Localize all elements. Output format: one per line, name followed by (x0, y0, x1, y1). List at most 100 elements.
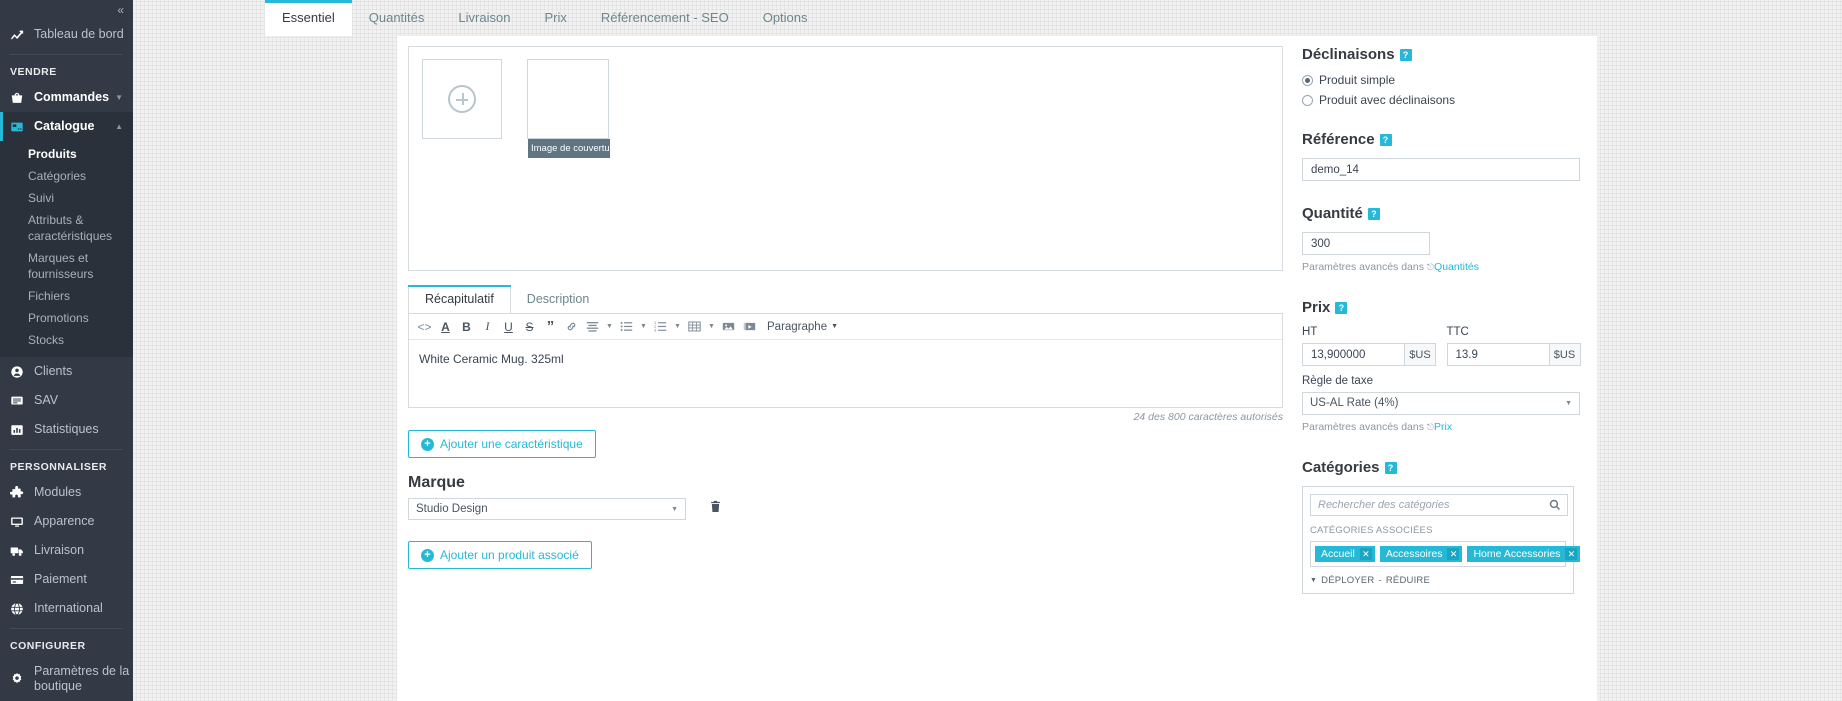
sidebar-item-statistiques[interactable]: Statistiques (0, 415, 133, 444)
sidebar-item-clients[interactable]: Clients (0, 357, 133, 386)
italic-icon[interactable]: I (478, 317, 497, 337)
blockquote-icon[interactable]: ” (541, 317, 560, 337)
external-link-icon[interactable]: ⎋ (1427, 262, 1434, 272)
add-feature-button[interactable]: + Ajouter une caractéristique (408, 430, 596, 458)
sidebar-item-paiement[interactable]: Paiement (0, 565, 133, 594)
image-icon[interactable] (719, 317, 738, 337)
brand-select[interactable]: Studio Design ▼ (408, 498, 686, 520)
price-ttc-input[interactable] (1446, 343, 1550, 366)
declinaisons-title: Déclinaisons (1302, 46, 1395, 63)
prix-link[interactable]: Prix (1434, 421, 1452, 433)
sidebar-section-vendre: VENDRE (10, 66, 57, 78)
category-tag[interactable]: Accessoires ✕ (1379, 546, 1463, 562)
sidebar-item-sav[interactable]: SAV (0, 386, 133, 415)
help-icon[interactable]: ? (1399, 48, 1412, 61)
sidebar-item-commandes[interactable]: Commandes ▼ (0, 83, 133, 112)
sidebar-item-parametres-boutique[interactable]: Paramètres de la boutique (0, 657, 133, 701)
price-fields: HT $US TTC $US (1302, 326, 1587, 366)
tab-quantites[interactable]: Quantités (352, 0, 442, 36)
sidebar-item-suivi[interactable]: Suivi (0, 187, 133, 209)
quantity-header: Quantité ? (1302, 205, 1587, 222)
sidebar-item-fichiers[interactable]: Fichiers (0, 285, 133, 307)
help-icon[interactable]: ? (1379, 133, 1392, 146)
description-tabbar: Récapitulatif Description (408, 285, 605, 313)
bullet-list-icon[interactable] (617, 317, 636, 337)
sidebar-item-label: Clients (34, 364, 73, 378)
category-search-input[interactable] (1318, 499, 1548, 511)
sidebar-item-apparence[interactable]: Apparence (0, 507, 133, 536)
font-color-icon[interactable]: A (436, 317, 455, 337)
radio-produit-simple[interactable]: Produit simple (1302, 73, 1587, 87)
categories-title: Catégories (1302, 459, 1380, 476)
numbered-list-chevron-down-icon[interactable]: ▼ (672, 323, 683, 330)
product-image-thumbnail[interactable]: Image de couverture (527, 59, 618, 158)
search-icon[interactable] (1549, 499, 1561, 514)
sidebar-item-marques[interactable]: Marques et fournisseurs (0, 247, 133, 285)
close-icon[interactable]: ✕ (1359, 548, 1372, 560)
category-tag[interactable]: Home Accessories ✕ (1467, 546, 1581, 562)
quantites-link[interactable]: Quantités (1434, 261, 1479, 273)
sidebar-item-dashboard[interactable]: Tableau de bord (0, 20, 133, 49)
sidebar-item-stocks[interactable]: Stocks (0, 329, 133, 351)
strikethrough-icon[interactable]: S (520, 317, 539, 337)
bold-icon[interactable]: B (457, 317, 476, 337)
declinaisons-header: Déclinaisons ? (1302, 46, 1587, 63)
link-icon[interactable] (562, 317, 581, 337)
help-icon[interactable]: ? (1367, 207, 1380, 220)
editor-content[interactable]: White Ceramic Mug. 325ml (409, 340, 1282, 378)
sidebar-item-attributs[interactable]: Attributs & caractéristiques (0, 209, 133, 247)
underline-icon[interactable]: U (499, 317, 518, 337)
add-image-button[interactable] (422, 59, 502, 139)
chevron-down-icon[interactable]: ▼ (115, 90, 123, 105)
sidebar-item-international[interactable]: International (0, 594, 133, 623)
collapse-sidebar-icon[interactable]: « (117, 3, 124, 17)
align-chevron-down-icon[interactable]: ▼ (604, 323, 615, 330)
tax-rule-select[interactable]: US-AL Rate (4%) ▼ (1302, 392, 1580, 415)
align-icon[interactable] (583, 317, 602, 337)
tab-prix[interactable]: Prix (527, 0, 583, 36)
tab-options[interactable]: Options (746, 0, 825, 36)
add-related-product-button[interactable]: + Ajouter un produit associé (408, 541, 592, 569)
close-icon[interactable]: ✕ (1565, 548, 1578, 560)
tab-recapitulatif[interactable]: Récapitulatif (408, 285, 511, 313)
tab-description[interactable]: Description (511, 285, 606, 313)
sidebar-item-label: Commandes (34, 90, 110, 104)
sidebar-item-promotions[interactable]: Promotions (0, 307, 133, 329)
chevron-up-icon[interactable]: ▲ (115, 119, 123, 134)
delete-brand-button[interactable] (709, 499, 722, 517)
radio-produit-declinaisons[interactable]: Produit avec déclinaisons (1302, 93, 1587, 107)
paragraph-style-dropdown[interactable]: Paragraphe ▼ (767, 321, 838, 333)
price-ttc-col: TTC $US (1446, 326, 1588, 366)
table-chevron-down-icon[interactable]: ▼ (706, 323, 717, 330)
tab-livraison[interactable]: Livraison (441, 0, 527, 36)
deployer-link[interactable]: DÉPLOYER (1321, 575, 1374, 586)
price-ht-input[interactable] (1302, 343, 1405, 366)
numbered-list-icon[interactable]: 123 (651, 317, 670, 337)
table-icon[interactable] (685, 317, 704, 337)
sidebar-item-livraison[interactable]: Livraison (0, 536, 133, 565)
price-hint: Paramètres avancés dans ⎋Prix (1302, 421, 1587, 433)
help-icon[interactable]: ? (1335, 301, 1348, 314)
video-icon[interactable] (740, 317, 759, 337)
sidebar-item-modules[interactable]: Modules (0, 478, 133, 507)
sidebar-divider-2 (10, 449, 123, 450)
quantity-input[interactable] (1302, 232, 1430, 255)
category-tag-label: Accueil (1321, 548, 1355, 560)
tab-referencement-seo[interactable]: Référencement - SEO (584, 0, 746, 36)
tab-essentiel[interactable]: Essentiel (265, 0, 352, 36)
bullet-list-chevron-down-icon[interactable]: ▼ (638, 323, 649, 330)
cover-image-label: Image de couverture (528, 139, 618, 158)
reduire-link[interactable]: RÉDUIRE (1386, 575, 1430, 586)
reference-input[interactable] (1302, 158, 1580, 181)
sidebar-item-categories[interactable]: Catégories (0, 165, 133, 187)
sidebar-item-catalogue[interactable]: Catalogue ▲ (0, 112, 133, 141)
close-icon[interactable]: ✕ (1447, 548, 1460, 560)
price-title: Prix (1302, 299, 1331, 316)
code-icon[interactable]: <> (415, 317, 434, 337)
help-icon[interactable]: ? (1384, 461, 1397, 474)
category-tag[interactable]: Accueil ✕ (1315, 546, 1375, 562)
external-link-icon[interactable]: ⎋ (1427, 422, 1434, 432)
sidebar-item-produits[interactable]: Produits (0, 143, 133, 165)
chevron-down-icon[interactable]: ▼ (1310, 577, 1317, 584)
price-ht-wrap: $US (1302, 343, 1443, 366)
